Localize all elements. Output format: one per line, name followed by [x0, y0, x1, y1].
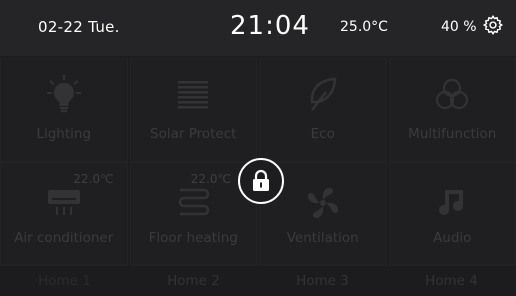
multifunction-icon [436, 78, 469, 110]
date-label: 02-22 Tue. [38, 18, 120, 36]
tab-home-2[interactable]: Home 2 [129, 266, 258, 296]
status-bar: 02-22 Tue. 21:04 25.0°C 40 % [0, 0, 516, 56]
temperature-readout: 25.0°C [340, 19, 388, 35]
gear-icon[interactable] [482, 14, 504, 36]
blinds-icon [178, 81, 209, 109]
tile-label: Audio [433, 230, 472, 246]
air-conditioner-icon [47, 190, 80, 215]
tab-home-4[interactable]: Home 4 [387, 266, 516, 296]
lock-icon [253, 169, 269, 191]
tile-audio[interactable]: Audio [388, 162, 516, 266]
bulb-icon [46, 75, 81, 113]
home-tabs: Home 1 Home 2 Home 3 Home 4 [0, 266, 516, 296]
tab-home-3[interactable]: Home 3 [258, 266, 387, 296]
tile-multifunction[interactable]: Multifunction [388, 58, 516, 162]
leaf-icon [310, 77, 337, 111]
tile-label: Air conditioner [14, 230, 114, 246]
tile-lighting[interactable]: Lighting [0, 58, 128, 162]
tile-label: Multifunction [408, 126, 497, 142]
fan-icon [307, 188, 338, 218]
humidity-readout: 40 % [441, 19, 477, 35]
tile-label: Ventilation [286, 230, 359, 246]
tile-label: Solar Protect [150, 126, 237, 142]
tile-eco[interactable]: Eco [259, 58, 387, 162]
lock-button[interactable] [238, 158, 284, 204]
tile-label: Floor heating [148, 230, 238, 246]
clock: 21:04 [230, 11, 310, 41]
tile-air-conditioner[interactable]: 22.0℃ Air conditioner [0, 162, 128, 266]
floor-heating-icon [178, 188, 210, 216]
tile-solar-protect[interactable]: Solar Protect [129, 58, 257, 162]
tile-label: Lighting [36, 126, 92, 142]
tab-home-1[interactable]: Home 1 [0, 266, 129, 296]
tile-label: Eco [310, 126, 335, 142]
music-note-icon [439, 190, 464, 215]
